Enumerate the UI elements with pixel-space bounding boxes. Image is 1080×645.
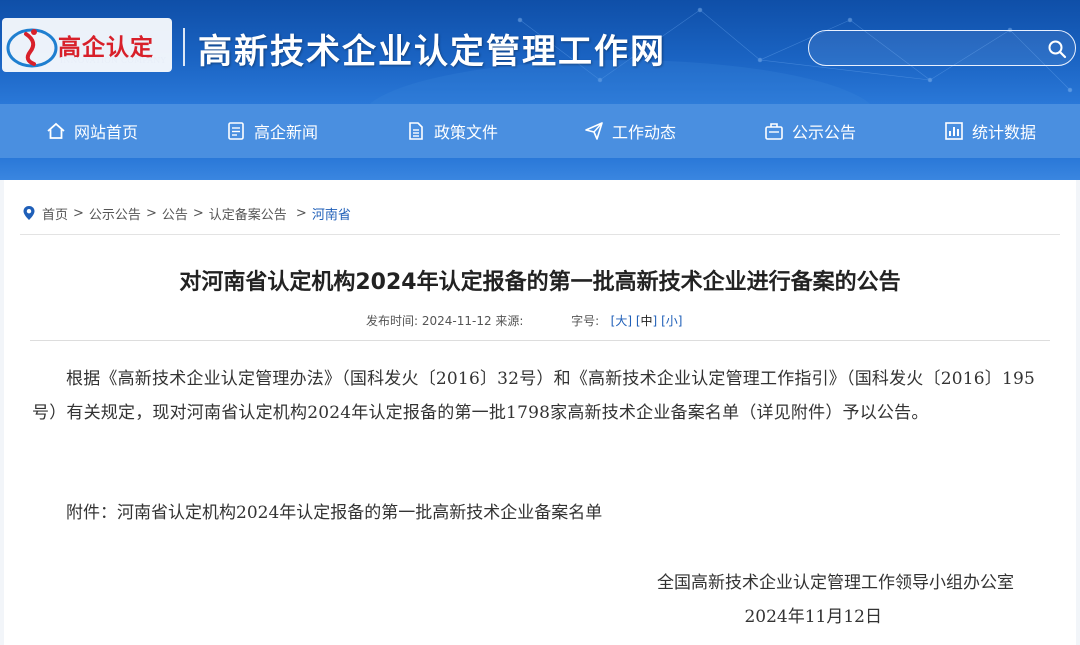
breadcrumb-current[interactable]: 河南省 <box>312 204 351 223</box>
logo-emblem-icon <box>6 28 58 68</box>
nav-item-dynamics[interactable]: 工作动态 <box>584 104 676 158</box>
attachment-line[interactable]: 附件：河南省认定机构2024年认定报备的第一批高新技术企业备案名单 <box>32 498 1058 523</box>
nav-item-statistics[interactable]: 统计数据 <box>944 104 1036 158</box>
send-icon <box>585 122 603 140</box>
nav-item-policy[interactable]: 政策文件 <box>406 104 498 158</box>
breadcrumb: 首页 > 公示公告 > 公告 > 认定备案公告 > 河南省 <box>22 204 351 223</box>
signature-organization: 全国高新技术企业认定管理工作领导小组办公室 <box>657 573 1014 593</box>
site-title: 高新技术企业认定管理工作网 <box>198 32 666 72</box>
article-body-paragraph: 根据《高新技术企业认定管理办法》（国科发火〔2016〕32号）和《高新技术企业认… <box>32 369 1036 423</box>
font-size-large-button[interactable]: 大 <box>615 314 627 328</box>
search-box <box>808 30 1076 66</box>
breadcrumb-separator: > <box>73 205 84 221</box>
chart-icon <box>945 122 963 140</box>
breadcrumb-separator: > <box>291 205 307 221</box>
nav-item-label: 统计数据 <box>972 123 1037 142</box>
breadcrumb-filing-notices[interactable]: 认定备案公告 <box>209 204 287 223</box>
breadcrumb-divider <box>20 234 1060 235</box>
nav-item-label: 政策文件 <box>434 123 499 142</box>
header-band <box>0 158 1080 180</box>
article-container: 首页 > 公示公告 > 公告 > 认定备案公告 > 河南省 对河南省认定机构20… <box>4 180 1076 645</box>
logo-divider <box>183 28 185 66</box>
nav-item-label: 公示公告 <box>792 123 857 142</box>
nav-item-label: 高企新闻 <box>254 123 319 142</box>
nav-item-notices[interactable]: 公示公告 <box>764 104 856 158</box>
font-size-medium-button[interactable]: 中 <box>641 314 653 328</box>
publish-info: 发布时间: 2024-11-12 来源: <box>366 314 524 328</box>
home-icon <box>47 122 65 139</box>
meta-divider <box>30 340 1050 341</box>
font-size-small-button[interactable]: 小 <box>666 314 678 328</box>
logo-subtext: INNOVATION COMPANY <box>60 56 166 65</box>
search-input[interactable] <box>823 37 1037 61</box>
document-icon <box>409 122 423 140</box>
font-size-label: 字号: <box>571 314 600 328</box>
nav-item-home[interactable]: 网站首页 <box>46 104 138 158</box>
breadcrumb-separator: > <box>192 205 204 221</box>
news-icon <box>228 122 244 140</box>
main-nav: 网站首页 高企新闻 政策文件 工作动态 公示公告 统计数据 <box>0 104 1080 158</box>
breadcrumb-notices[interactable]: 公示公告 <box>89 204 141 223</box>
breadcrumb-separator: > <box>145 205 157 221</box>
site-header: 高企认定 INNOVATION COMPANY 高新技术企业认定管理工作网 <box>0 0 1080 104</box>
nav-item-label: 工作动态 <box>612 123 677 142</box>
breadcrumb-home[interactable]: 首页 <box>42 204 68 223</box>
breadcrumb-announcement[interactable]: 公告 <box>162 204 188 223</box>
article-meta: 发布时间: 2024-11-12 来源: 字号: [大] [中] [小] <box>366 314 683 328</box>
nav-item-label: 网站首页 <box>74 123 139 142</box>
search-icon[interactable] <box>1047 39 1067 59</box>
signature-date: 2024年11月12日 <box>744 607 882 627</box>
notice-icon <box>765 123 783 140</box>
article-title: 对河南省认定机构2024年认定报备的第一批高新技术企业进行备案的公告 <box>179 270 901 295</box>
nav-item-news[interactable]: 高企新闻 <box>226 104 318 158</box>
location-pin-icon <box>23 206 35 220</box>
